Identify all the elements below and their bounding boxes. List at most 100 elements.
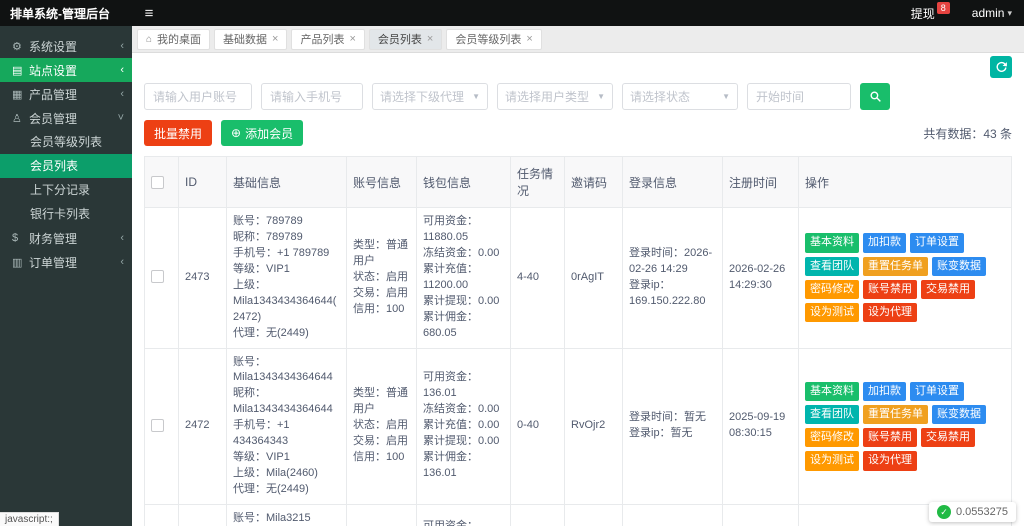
basic-profile-button[interactable]: 基本资料	[805, 381, 859, 402]
adjust-balance-button[interactable]: 加扣款	[863, 381, 906, 402]
member-icon: ♙	[12, 112, 22, 125]
sidebar-subitem-bank-card-list[interactable]: 银行卡列表	[0, 202, 132, 226]
sidebar-item-system-settings[interactable]: ⚙ 系统设置 ‹	[0, 34, 132, 58]
close-icon[interactable]: ×	[272, 33, 278, 45]
hamburger-icon[interactable]: ≡	[132, 5, 166, 22]
cell-task-status: 4-40	[510, 207, 565, 349]
cell-wallet-info: 可用资金：1500.00冻结资金：0.00累计充值：1500.00累计提现：0.…	[416, 503, 511, 526]
tab-label: 我的桌面	[157, 34, 202, 46]
balance-log-button[interactable]: 账变数据	[932, 405, 986, 425]
user-type-select[interactable]: 请选择用户类型 ▼	[497, 83, 613, 110]
topbar: 排单系统-管理后台 ≡ 提现 8 admin ▾	[0, 0, 1024, 26]
reset-task-button[interactable]: 重置任务单	[863, 405, 928, 425]
tab-basic-data[interactable]: 基础数据 ×	[214, 28, 288, 50]
product-icon: ▦	[12, 88, 23, 101]
main-area: ⌂ 我的桌面 基础数据 × 产品列表 × 会员列表 × 会员等级列表 × 请选择下级代理 ▼ 请选…	[132, 26, 1024, 526]
column-header: 登录信息	[622, 156, 723, 208]
sidebar-item-product-management[interactable]: ▦ 产品管理 ‹	[0, 82, 132, 106]
tab-label: 会员列表	[377, 34, 422, 46]
tab-desktop[interactable]: ⌂ 我的桌面	[137, 28, 211, 50]
add-member-button[interactable]: ⊕ 添加会员	[221, 120, 304, 146]
cell-basic-info: 账号：Mila1343434364644 昵称：Mila1343434364644…	[226, 347, 347, 505]
close-icon[interactable]: ×	[526, 33, 532, 45]
adjust-balance-button[interactable]: 加扣款	[863, 233, 906, 253]
cell-login-info: 登录时间：2026-02-26 14:26登录ip：169.150.222.78	[622, 503, 723, 526]
user-menu[interactable]: admin ▾	[972, 6, 1012, 20]
set-agent-button[interactable]: 设为代理	[863, 302, 917, 323]
chevron-down-icon: ▾	[1007, 7, 1012, 18]
cell-task-status: 0-40	[510, 503, 565, 526]
cell-id: 2472	[178, 347, 227, 505]
reset-task-button[interactable]: 重置任务单	[863, 256, 928, 276]
sidebar-item-member-management[interactable]: ♙ 会员管理 ˅	[0, 106, 132, 130]
sidebar-item-label: 订单管理	[29, 255, 78, 270]
cell-operations: 基本资料加扣款订单设置查看团队重置任务单账变数据密码修改账号禁用交易禁用设为测试…	[798, 207, 1012, 349]
withdraw-label: 提现	[910, 6, 935, 21]
content-toolbar	[144, 53, 1012, 81]
site-icon: ▤	[12, 64, 23, 77]
chevron-down-icon: ˅	[117, 112, 124, 124]
account-input[interactable]	[144, 83, 252, 110]
chevron-down-icon: ▼	[722, 92, 730, 101]
set-test-button[interactable]: 设为测试	[805, 451, 859, 471]
select-all-checkbox[interactable]	[151, 176, 164, 190]
cell-wallet-info: 可用资金：136.01 冻结资金：0.00 累计充值：0.00 累计提现：0.00 累计…	[416, 347, 511, 505]
chevron-left-icon: ‹	[120, 88, 124, 100]
basic-profile-button[interactable]: 基本资料	[805, 233, 859, 253]
sidebar-subitem-member-level-list[interactable]: 会员等级列表	[0, 130, 132, 154]
sidebar-item-label: 财务管理	[29, 231, 78, 246]
order-settings-button[interactable]: 订单设置	[910, 381, 964, 402]
view-team-button[interactable]: 查看团队	[805, 405, 859, 425]
disable-trade-button[interactable]: 交易禁用	[921, 279, 975, 299]
check-icon: ✓	[937, 505, 951, 519]
column-header: 钱包信息	[416, 156, 511, 208]
start-date-input[interactable]	[747, 83, 851, 110]
close-icon[interactable]: ×	[349, 33, 355, 45]
balance-log-button[interactable]: 账变数据	[932, 256, 986, 276]
order-settings-button[interactable]: 订单设置	[910, 233, 964, 253]
tab-product-list[interactable]: 产品列表 ×	[291, 28, 365, 50]
disable-account-button[interactable]: 账号禁用	[863, 279, 917, 299]
batch-disable-button[interactable]: 批量禁用	[144, 120, 213, 146]
sidebar-item-finance-management[interactable]: $ 财务管理 ‹	[0, 226, 132, 250]
chevron-left-icon: ‹	[120, 256, 124, 268]
disable-trade-button[interactable]: 交易禁用	[921, 428, 975, 448]
table-header: ID 基础信息 账号信息 钱包信息 任务情况 邀请码 登录信息 注册时间 操作	[144, 156, 1012, 208]
column-header: 注册时间	[722, 156, 799, 208]
filter-bar: 请选择下级代理 ▼ 请选择用户类型 ▼ 请选择状态 ▼	[144, 81, 1012, 120]
cell-wallet-info: 可用资金：11880.05 冻结资金：0.00 累计充值：11200.00 累计提现：…	[416, 207, 511, 349]
sidebar-subitem-member-list[interactable]: 会员列表	[0, 154, 132, 178]
tab-member-level-list[interactable]: 会员等级列表 ×	[446, 28, 542, 50]
agent-select[interactable]: 请选择下级代理 ▼	[372, 83, 488, 110]
set-agent-button[interactable]: 设为代理	[863, 451, 917, 471]
chevron-left-icon: ‹	[120, 232, 124, 244]
sidebar-item-order-management[interactable]: ▥ 订单管理 ‹	[0, 250, 132, 274]
change-password-button[interactable]: 密码修改	[805, 428, 859, 448]
cell-task-status: 0-40	[510, 347, 565, 505]
tab-member-list[interactable]: 会员列表 ×	[368, 28, 443, 50]
cell-account-info: 类型：普通用户状态：启用交易：启用信用：100	[346, 347, 417, 505]
change-password-button[interactable]: 密码修改	[805, 279, 859, 299]
sidebar-subitem-updown-record[interactable]: 上下分记录	[0, 178, 132, 202]
chevron-down-icon: ▼	[472, 92, 480, 101]
status-select[interactable]: 请选择状态 ▼	[622, 83, 738, 110]
cell-login-info: 登录时间：暂无 登录ip：暂无	[622, 347, 723, 505]
row-checkbox[interactable]	[151, 270, 164, 284]
phone-input[interactable]	[261, 83, 363, 110]
cell-register-time: 2026-02-26 14:29:30	[722, 207, 799, 349]
refresh-button[interactable]	[990, 56, 1012, 78]
search-button[interactable]	[860, 83, 890, 110]
set-test-button[interactable]: 设为测试	[805, 302, 859, 323]
withdraw-link[interactable]: 提现 8	[910, 1, 950, 22]
close-icon[interactable]: ×	[427, 33, 433, 45]
cell-id: 2473	[178, 207, 227, 349]
disable-account-button[interactable]: 账号禁用	[863, 428, 917, 448]
sidebar-item-site-settings[interactable]: ▤ 站点设置 ‹	[0, 58, 132, 82]
sidebar-item-label: 系统设置	[29, 39, 78, 54]
row-checkbox[interactable]	[151, 418, 164, 432]
column-header: 账号信息	[346, 156, 417, 208]
cell-invite-code: 0rAgIT	[564, 207, 623, 349]
view-team-button[interactable]: 查看团队	[805, 256, 859, 276]
tab-bar: ⌂ 我的桌面 基础数据 × 产品列表 × 会员列表 × 会员等级列表 ×	[132, 26, 1024, 53]
cell-basic-info: 账号：789789 昵称：789789 手机号：+1 789789 等级：VIP1 上级…	[226, 207, 347, 349]
